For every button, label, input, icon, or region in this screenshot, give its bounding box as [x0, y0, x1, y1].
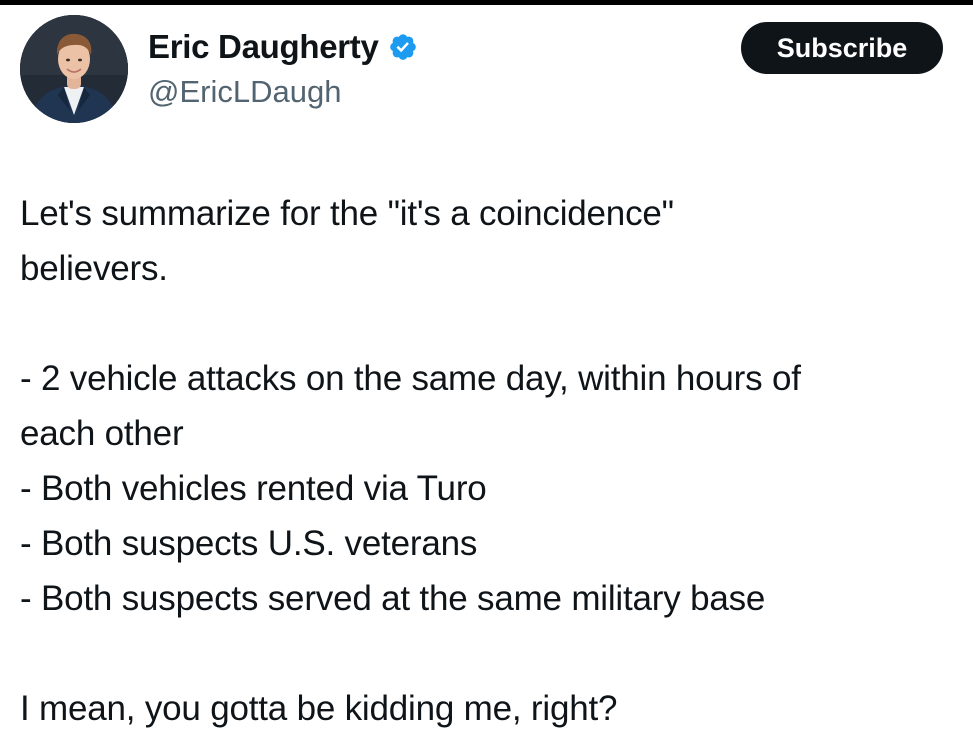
tweet-list-item: - 2 vehicle attacks on the same day, wit…: [20, 359, 801, 398]
tweet-list-item: - Both vehicles rented via Turo: [20, 469, 487, 508]
tweet-list-item: - Both suspects served at the same milit…: [20, 579, 766, 618]
author-handle[interactable]: @EricLDaugh: [148, 74, 341, 110]
top-border: [0, 0, 973, 5]
tweet-line: believers.: [20, 249, 168, 288]
tweet-closing-line: I mean, you gotta be kidding me, right?: [20, 689, 618, 728]
avatar-photo: [20, 15, 128, 123]
author-display-name[interactable]: Eric Daugherty: [148, 28, 379, 66]
author-name-row[interactable]: Eric Daugherty: [148, 28, 418, 66]
tweet-card: Eric Daugherty @EricLDaugh Subscribe Let…: [0, 0, 973, 735]
subscribe-button[interactable]: Subscribe: [741, 22, 943, 74]
tweet-text: Let's summarize for the "it's a coincide…: [20, 186, 965, 735]
avatar[interactable]: [20, 15, 128, 123]
tweet-list-item: each other: [20, 414, 184, 453]
tweet-list-item: - Both suspects U.S. veterans: [20, 524, 478, 563]
tweet-line: Let's summarize for the "it's a coincide…: [20, 194, 674, 233]
verified-badge-icon[interactable]: [388, 32, 418, 62]
